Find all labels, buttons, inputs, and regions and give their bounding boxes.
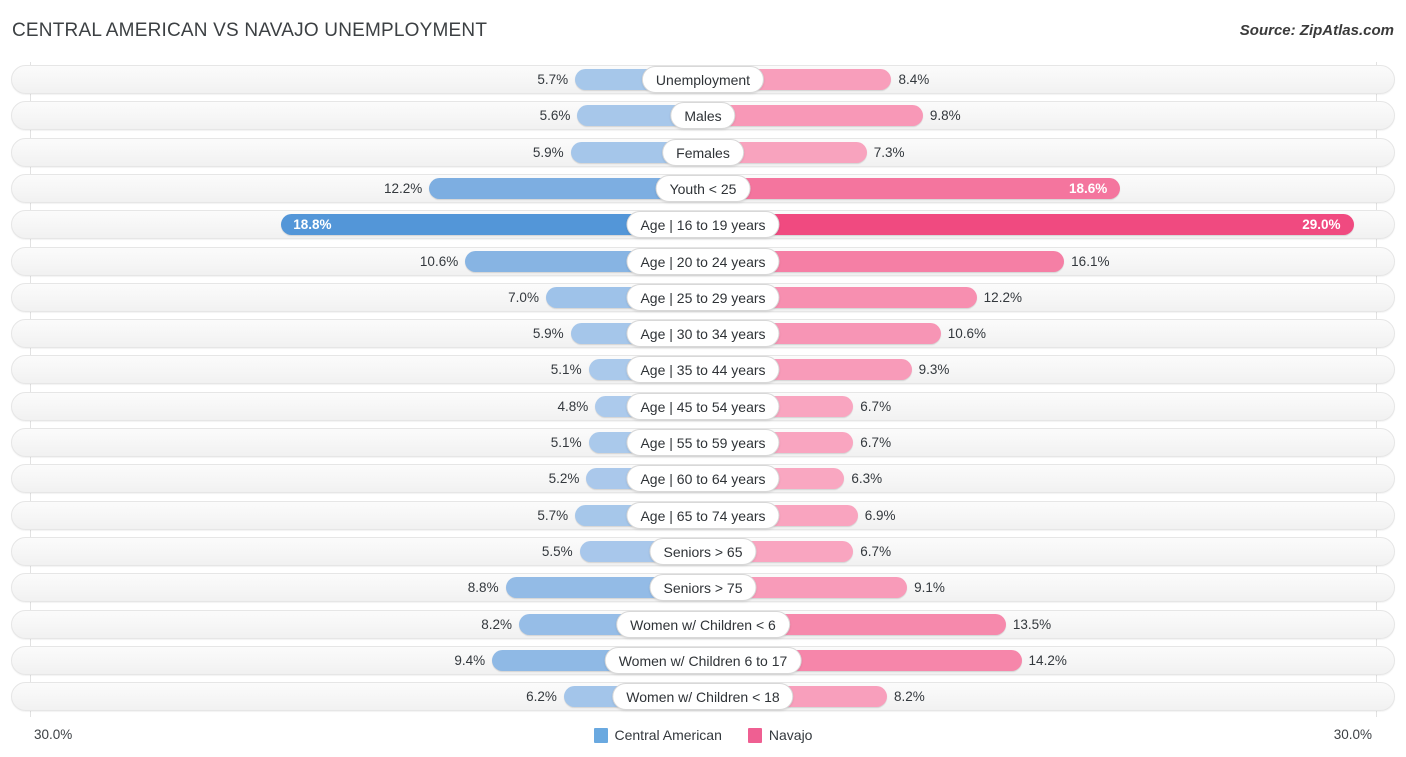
legend-label: Central American: [615, 727, 722, 743]
category-label: Age | 60 to 64 years: [626, 465, 779, 492]
category-label: Age | 20 to 24 years: [626, 248, 779, 275]
chart-row: 9.4% 14.2% Women w/ Children 6 to 17: [11, 646, 1395, 675]
bar-value-navajo: 12.2%: [984, 283, 1022, 312]
chart-row: 8.8% 9.1% Seniors > 75: [11, 573, 1395, 602]
legend-central-american[interactable]: Central American: [594, 727, 722, 743]
bar-value-navajo: 9.3%: [919, 355, 950, 384]
bar-value-navajo: 6.7%: [860, 537, 891, 566]
category-label: Youth < 25: [656, 175, 751, 202]
source-attribution: Source: ZipAtlas.com: [1240, 22, 1394, 39]
bar-value-central-american: 7.0%: [11, 283, 539, 312]
bar-value-central-american: 9.4%: [11, 646, 485, 675]
chart-row: 5.6% 9.8% Males: [11, 101, 1395, 130]
bar-value-navajo: 6.7%: [860, 392, 891, 421]
chart-row: 5.2% 6.3% Age | 60 to 64 years: [11, 464, 1395, 493]
bar-value-central-american: 5.9%: [11, 319, 564, 348]
chart-row: 8.2% 13.5% Women w/ Children < 6: [11, 610, 1395, 639]
bar-value-navajo: 16.1%: [1071, 247, 1109, 276]
chart-row: 5.5% 6.7% Seniors > 65: [11, 537, 1395, 566]
legend-navajo[interactable]: Navajo: [748, 727, 813, 743]
bar-value-navajo: 8.2%: [894, 682, 925, 711]
chart-row: 4.8% 6.7% Age | 45 to 54 years: [11, 392, 1395, 421]
bar-value-central-american: 18.8%: [293, 210, 331, 239]
chart-row: 12.2% 18.6%Youth < 25: [11, 174, 1395, 203]
bar-value-central-american: 4.8%: [11, 392, 588, 421]
category-label: Seniors > 65: [650, 538, 757, 565]
bar-value-navajo: 9.8%: [930, 101, 961, 130]
bar-value-navajo: 6.3%: [851, 464, 882, 493]
chart-row: 7.0% 12.2% Age | 25 to 29 years: [11, 283, 1395, 312]
legend-swatch-icon: [594, 728, 608, 743]
chart-row: 5.7% 6.9% Age | 65 to 74 years: [11, 501, 1395, 530]
category-label: Age | 45 to 54 years: [626, 393, 779, 420]
bar-value-navajo: 8.4%: [898, 65, 929, 94]
bar-value-central-american: 5.2%: [11, 464, 579, 493]
chart-row: 5.9% 7.3% Females: [11, 138, 1395, 167]
chart-page: CENTRAL AMERICAN VS NAVAJO UNEMPLOYMENT …: [0, 0, 1406, 757]
bar-value-central-american: 5.1%: [11, 428, 582, 457]
bar-value-navajo: 9.1%: [914, 573, 945, 602]
bar-value-central-american: 10.6%: [11, 247, 458, 276]
diverging-bar-chart: 5.7% 8.4% Unemployment 5.6% 9.8% Males 5.9% 7.3…: [0, 62, 1406, 717]
category-label: Age | 55 to 59 years: [626, 429, 779, 456]
chart-row: 5.7% 8.4% Unemployment: [11, 65, 1395, 94]
chart-row: 5.9% 10.6% Age | 30 to 34 years: [11, 319, 1395, 348]
bar-value-navajo: 6.9%: [865, 501, 896, 530]
category-label: Age | 16 to 19 years: [626, 211, 779, 238]
bar-value-central-american: 5.1%: [11, 355, 582, 384]
chart-legend: Central American Navajo: [0, 727, 1406, 743]
bar-value-central-american: 5.7%: [11, 501, 568, 530]
category-label: Unemployment: [642, 66, 764, 93]
category-label: Age | 35 to 44 years: [626, 356, 779, 383]
chart-row: 5.1% 6.7% Age | 55 to 59 years: [11, 428, 1395, 457]
legend-label: Navajo: [769, 727, 813, 743]
chart-row: 5.1% 9.3% Age | 35 to 44 years: [11, 355, 1395, 384]
page-title: CENTRAL AMERICAN VS NAVAJO UNEMPLOYMENT: [12, 20, 487, 42]
category-label: Women w/ Children < 6: [616, 611, 790, 638]
category-label: Age | 65 to 74 years: [626, 502, 779, 529]
category-label: Age | 25 to 29 years: [626, 284, 779, 311]
bar-value-navajo: 18.6%: [703, 174, 1107, 203]
bar-value-central-american: 6.2%: [11, 682, 557, 711]
bar-value-navajo: 10.6%: [948, 319, 986, 348]
bar-value-central-american: 12.2%: [11, 174, 422, 203]
category-label: Age | 30 to 34 years: [626, 320, 779, 347]
bar-value-navajo: 29.0%: [703, 210, 1341, 239]
chart-footer: 30.0% 30.0% Central AmericanNavajo: [0, 717, 1406, 757]
category-label: Females: [662, 139, 744, 166]
category-label: Women w/ Children < 18: [612, 683, 793, 710]
bar-value-navajo: 14.2%: [1029, 646, 1067, 675]
bar-navajo[interactable]: [703, 105, 923, 126]
chart-row: 18.8% 29.0%Age | 16 to 19 years: [11, 210, 1395, 239]
category-label: Women w/ Children 6 to 17: [605, 647, 802, 674]
category-label: Males: [670, 102, 735, 129]
bar-value-central-american: 5.9%: [11, 138, 564, 167]
bar-value-navajo: 7.3%: [874, 138, 905, 167]
legend-swatch-icon: [748, 728, 762, 743]
chart-row: 6.2% 8.2% Women w/ Children < 18: [11, 682, 1395, 711]
chart-row: 10.6% 16.1% Age | 20 to 24 years: [11, 247, 1395, 276]
bar-value-navajo: 6.7%: [860, 428, 891, 457]
category-label: Seniors > 75: [650, 574, 757, 601]
bar-value-central-american: 5.6%: [11, 101, 570, 130]
bar-value-central-american: 5.5%: [11, 537, 573, 566]
bar-value-central-american: 8.2%: [11, 610, 512, 639]
bar-value-central-american: 5.7%: [11, 65, 568, 94]
bar-value-navajo: 13.5%: [1013, 610, 1051, 639]
bar-value-central-american: 8.8%: [11, 573, 499, 602]
